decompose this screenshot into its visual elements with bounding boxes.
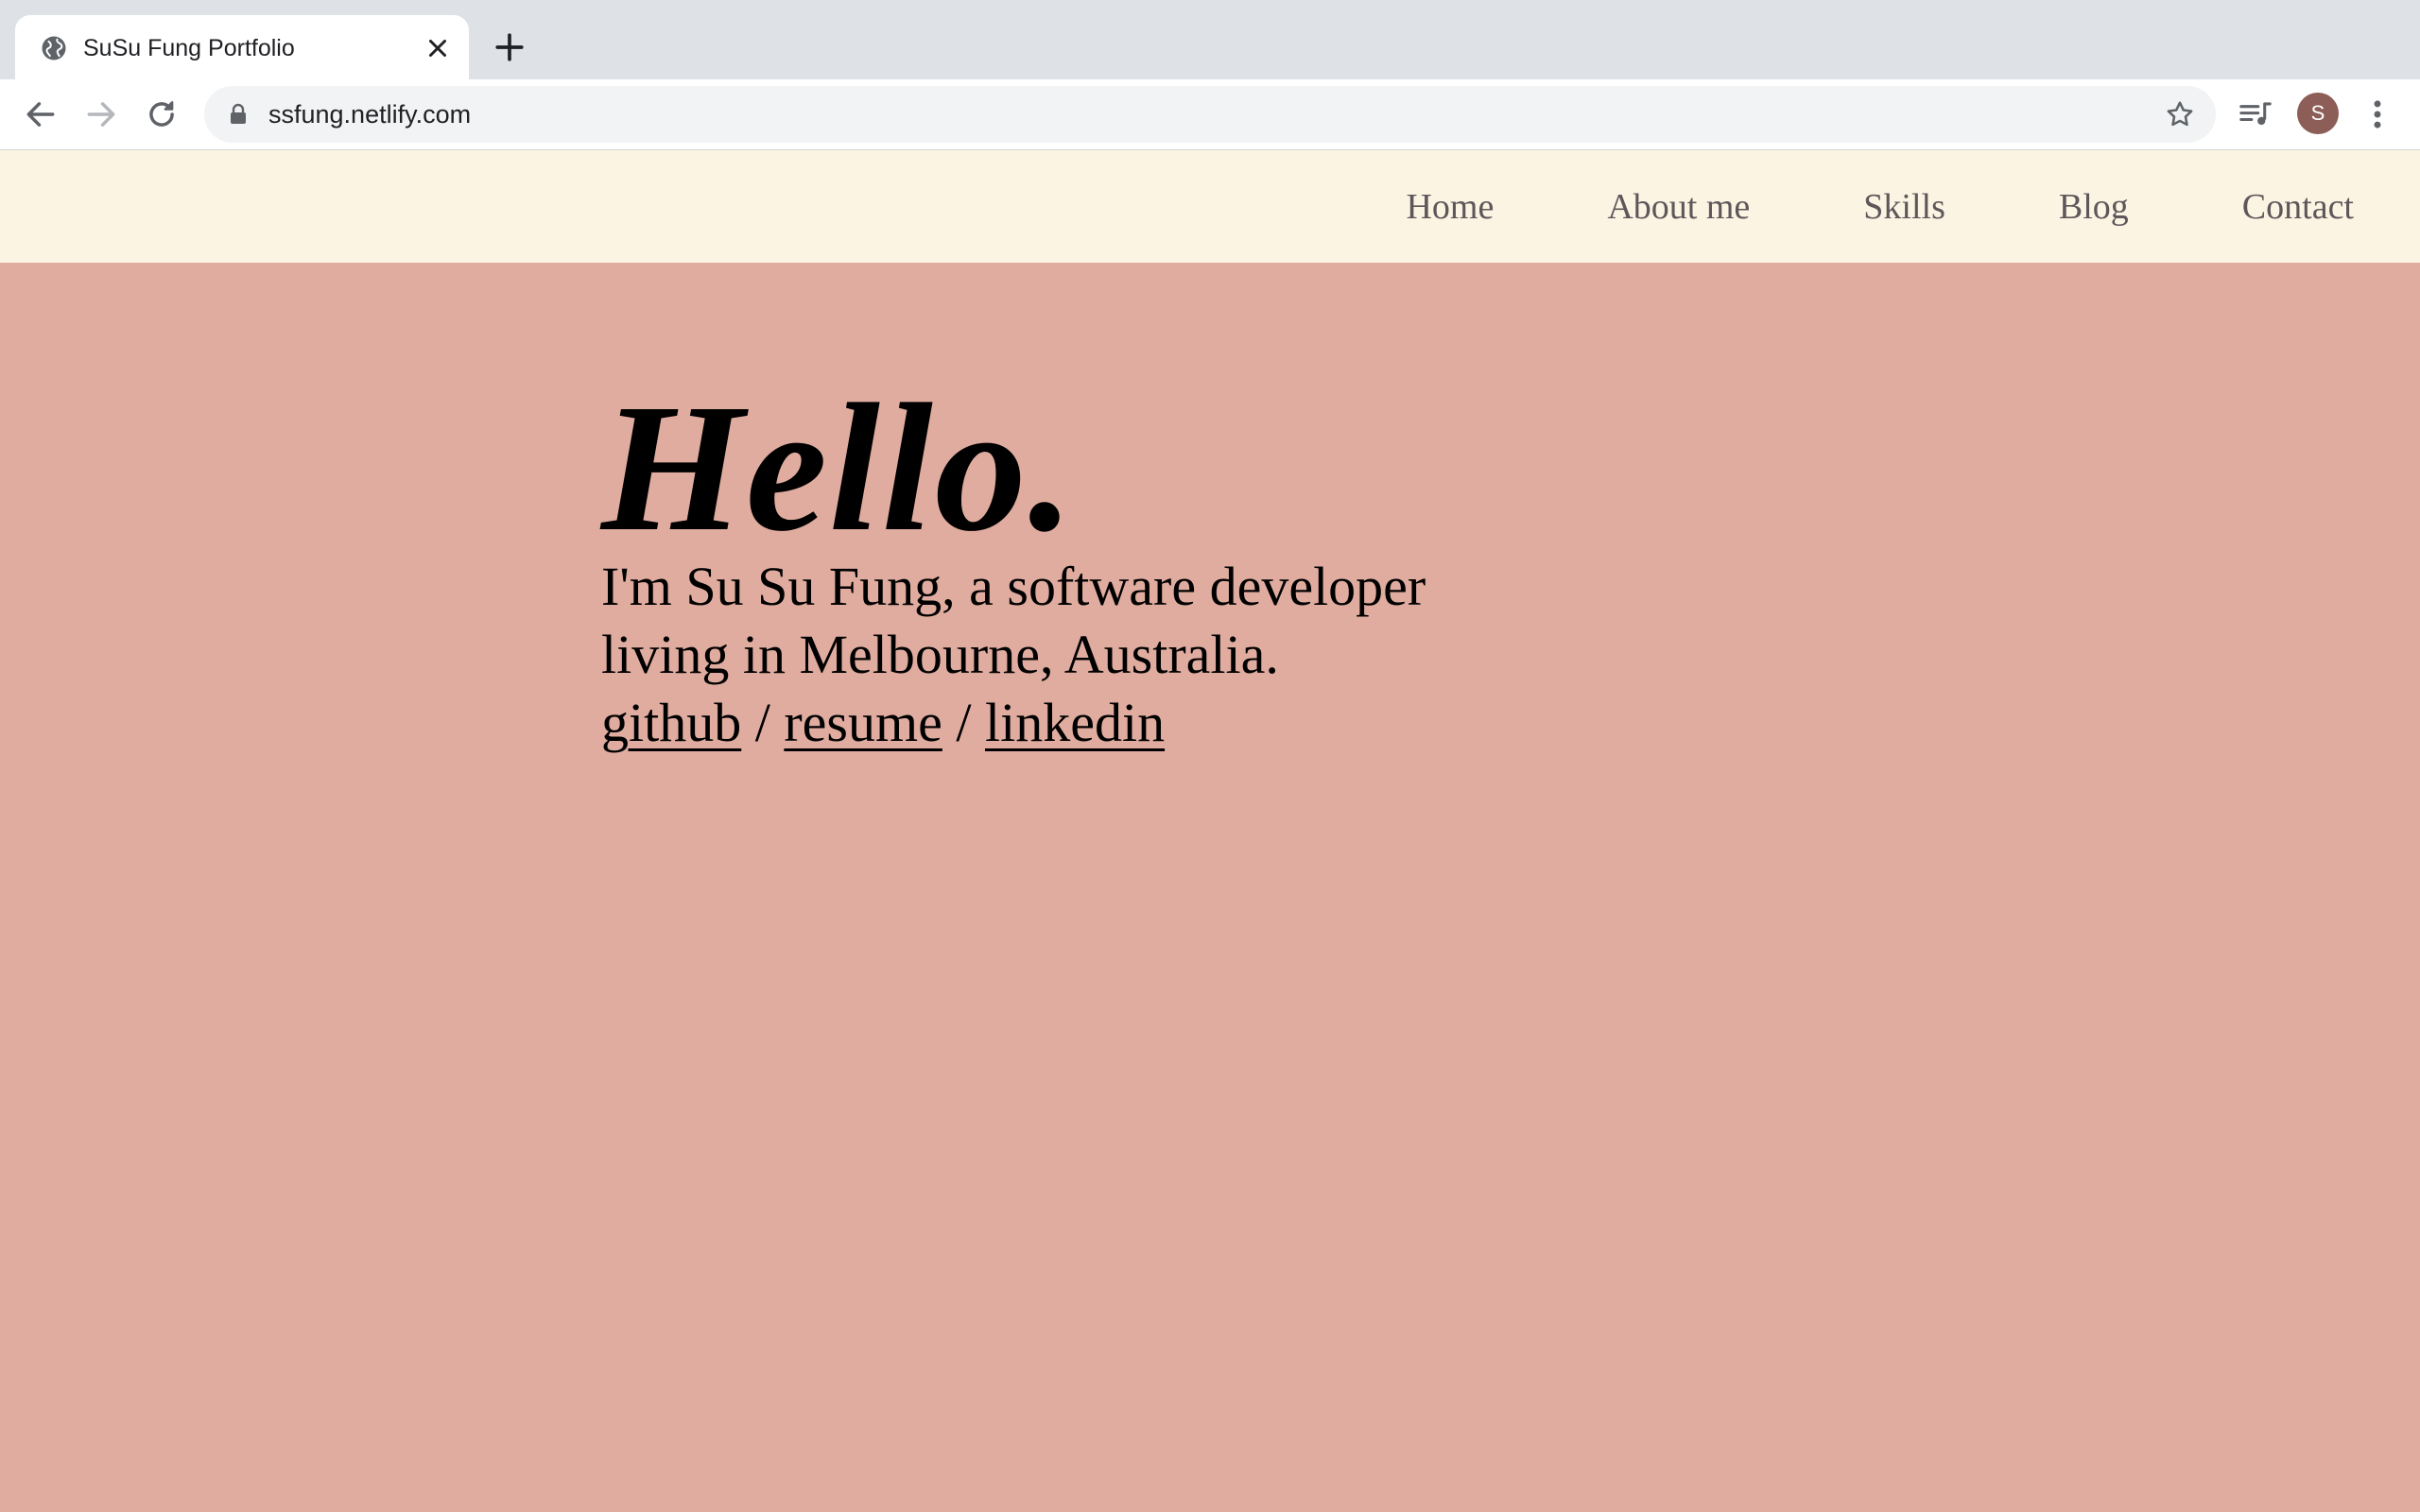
resume-link[interactable]: resume [784, 692, 942, 753]
nav-about-link[interactable]: About me [1607, 189, 1750, 225]
github-link[interactable]: github [601, 692, 741, 753]
link-separator: / [741, 692, 785, 753]
linkedin-link[interactable]: linkedin [985, 692, 1165, 753]
kebab-menu-icon[interactable] [2363, 96, 2392, 132]
nav-blog-link[interactable]: Blog [2059, 189, 2129, 225]
forward-arrow-icon[interactable] [83, 96, 119, 132]
hero-heading: Hello. [601, 366, 1077, 569]
star-icon[interactable] [2165, 99, 2195, 129]
url-text[interactable]: ssfung.netlify.com [268, 99, 471, 129]
browser-toolbar: ssfung.netlify.com S [0, 79, 2420, 150]
nav-contact-link[interactable]: Contact [2242, 189, 2354, 225]
plus-icon[interactable] [493, 31, 526, 63]
hero-intro-line-1: I'm Su Su Fung, a software developer [601, 556, 1426, 617]
globe-icon [42, 36, 66, 60]
back-arrow-icon[interactable] [23, 96, 59, 132]
browser-tab-strip: SuSu Fung Portfolio [0, 0, 2420, 79]
link-separator: / [942, 692, 985, 753]
browser-tab[interactable]: SuSu Fung Portfolio [15, 15, 469, 79]
hero-intro-line-2: living in Melbourne, Australia. [601, 624, 1279, 685]
nav-home-link[interactable]: Home [1406, 189, 1494, 225]
hero-section: Hello. I'm Su Su Fung, a software develo… [601, 373, 1547, 757]
lock-icon[interactable] [229, 103, 248, 126]
nav-skills-link[interactable]: Skills [1863, 189, 1945, 225]
media-control-icon[interactable] [2238, 98, 2273, 130]
tab-title: SuSu Fung Portfolio [83, 35, 295, 61]
avatar[interactable]: S [2297, 93, 2339, 134]
close-icon[interactable] [424, 34, 452, 62]
address-bar[interactable]: ssfung.netlify.com [204, 86, 2216, 143]
site-navigation: Home About me Skills Blog Contact [0, 150, 2420, 263]
nav-links: Home About me Skills Blog Contact [1406, 150, 2354, 263]
reload-icon[interactable] [144, 96, 180, 132]
hero-links: github / resume / linkedin [601, 689, 1547, 757]
